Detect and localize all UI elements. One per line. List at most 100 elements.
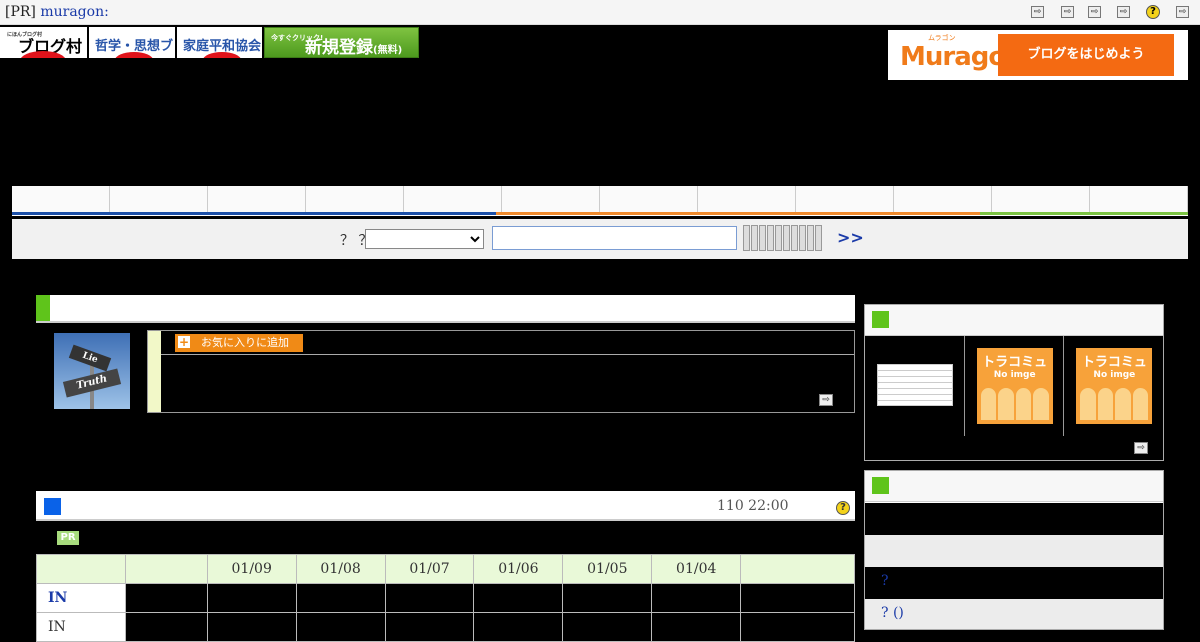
noimg-sub: No imge <box>993 370 1036 380</box>
muragon-link[interactable]: muragon: <box>40 4 108 20</box>
nav-tab[interactable] <box>796 186 894 212</box>
plus-icon: + <box>178 335 190 349</box>
help-icon[interactable]: ? <box>1146 5 1160 19</box>
nav-tab[interactable] <box>110 186 208 212</box>
list-item[interactable] <box>865 535 1163 567</box>
table-header-cell <box>124 554 208 584</box>
table-cell <box>651 583 742 613</box>
table-header-date: 01/08 <box>295 554 386 584</box>
add-favorite-button[interactable]: + お気に入りに追加 <box>175 334 303 352</box>
pr-label: [PR] <box>5 4 36 20</box>
search-option-button[interactable] <box>775 225 782 251</box>
tracomi-item[interactable]: トラコミュ No imge <box>965 336 1065 436</box>
table-header-date: 01/09 <box>206 554 297 584</box>
table-cell <box>384 583 475 613</box>
arrow-icon[interactable]: ⇨ <box>1061 6 1074 18</box>
search-option-button[interactable] <box>751 225 758 251</box>
family-peace-banner[interactable]: 家庭平和協会 <box>177 27 262 58</box>
nav-tab[interactable] <box>12 186 110 212</box>
nav-tab[interactable] <box>1090 186 1188 212</box>
tracomi-footer: ⇨ <box>865 436 1163 460</box>
table-row: IN <box>36 583 855 613</box>
muragon-ad[interactable]: ムラゴン Muragon ブログをはじめよう <box>888 30 1188 80</box>
noimg-sub: No imge <box>1093 370 1136 380</box>
arrow-icon[interactable]: ⇨ <box>1117 6 1130 18</box>
row-label: IN <box>36 612 126 642</box>
help-icon[interactable]: ? <box>836 501 850 515</box>
table-cell <box>473 583 564 613</box>
table-cell <box>124 583 208 613</box>
people-icon <box>980 388 1049 420</box>
table-thumbnail <box>877 364 953 406</box>
nav-tab[interactable] <box>894 186 992 212</box>
search-option-button[interactable] <box>807 225 814 251</box>
divider <box>161 354 854 355</box>
green-square-icon <box>872 477 889 494</box>
avatar[interactable]: Lie Truth <box>54 333 130 409</box>
nav-underline-green <box>980 212 1188 215</box>
philosophy-blog-banner[interactable]: 哲学・思想ブログ <box>89 27 175 58</box>
top-bar: [PR] muragon: ⇨ ⇨ ⇨ ⇨ ⇨ ? <box>0 0 1200 25</box>
table-cell <box>206 583 297 613</box>
community-box: ? ? () <box>864 470 1164 630</box>
blogmura-banner[interactable]: にほんブログ村 ブログ村 <box>0 27 87 58</box>
ranking-date: 110 22:00 <box>717 498 789 514</box>
list-item[interactable] <box>865 503 1163 535</box>
nav-tab[interactable] <box>992 186 1090 212</box>
search-option-button[interactable] <box>759 225 766 251</box>
table-cell <box>384 612 475 642</box>
nav-tabs <box>12 186 1188 216</box>
table-cell <box>295 612 386 642</box>
search-go-button[interactable]: >> <box>837 228 864 247</box>
nav-tab[interactable] <box>698 186 796 212</box>
profile-side-bar <box>148 331 161 412</box>
search-option-button[interactable] <box>783 225 790 251</box>
arrow-icon[interactable]: ⇨ <box>1176 6 1189 18</box>
noimg-title: トラコミュ <box>982 355 1048 370</box>
register-banner[interactable]: 今すぐクリック! 新規登録(無料) <box>264 27 419 58</box>
table-header-cell <box>36 554 126 584</box>
table-header-date: 01/07 <box>384 554 475 584</box>
nav-tab[interactable] <box>306 186 404 212</box>
search-input[interactable] <box>492 226 737 250</box>
green-accent-bar <box>36 295 50 321</box>
search-bar: ？ ？ >> <box>12 219 1188 259</box>
table-row: IN <box>36 612 855 642</box>
tracomi-item[interactable]: トラコミュ No imge <box>1064 336 1163 436</box>
list-item[interactable]: ? <box>865 567 1163 599</box>
row-label: IN <box>36 583 126 613</box>
nav-tab[interactable] <box>208 186 306 212</box>
table-header-date: 01/06 <box>473 554 564 584</box>
table-cell <box>124 612 208 642</box>
search-option-button[interactable] <box>791 225 798 251</box>
add-favorite-label: お気に入りに追加 <box>201 336 289 349</box>
search-option-button[interactable] <box>743 225 750 251</box>
search-option-button[interactable] <box>767 225 774 251</box>
noimg-title: トラコミュ <box>1081 355 1147 370</box>
profile-header <box>36 295 855 323</box>
pr-badge: PR <box>57 531 79 545</box>
nav-tab[interactable] <box>600 186 698 212</box>
nav-tab[interactable] <box>502 186 600 212</box>
arrow-icon[interactable]: ⇨ <box>1031 6 1044 18</box>
nav-tab[interactable] <box>404 186 502 212</box>
table-cell <box>651 612 742 642</box>
arrow-icon[interactable]: ⇨ <box>1134 442 1148 454</box>
ranking-header: 110 22:00 ? <box>36 491 855 521</box>
nav-underline-blue <box>12 212 496 215</box>
arrow-icon[interactable]: ⇨ <box>1088 6 1101 18</box>
list-item[interactable]: ? () <box>865 599 1163 629</box>
no-image-placeholder: トラコミュ No imge <box>1076 348 1153 424</box>
tracomi-header <box>865 305 1163 336</box>
tracomi-box: トラコミュ No imge トラコミュ No imge ⇨ <box>864 304 1164 461</box>
search-option-button[interactable] <box>799 225 806 251</box>
list-item-label[interactable]: ? <box>881 573 889 589</box>
list-item-label[interactable]: ? () <box>881 605 904 621</box>
start-blog-button[interactable]: ブログをはじめよう <box>998 34 1174 76</box>
table-header-row: 01/09 01/08 01/07 01/06 01/05 01/04 <box>36 554 855 584</box>
tracomi-item[interactable] <box>865 336 965 436</box>
table-cell <box>473 612 564 642</box>
search-option-button[interactable] <box>815 225 822 251</box>
arrow-icon[interactable]: ⇨ <box>819 394 833 406</box>
search-category-select[interactable] <box>365 229 484 249</box>
